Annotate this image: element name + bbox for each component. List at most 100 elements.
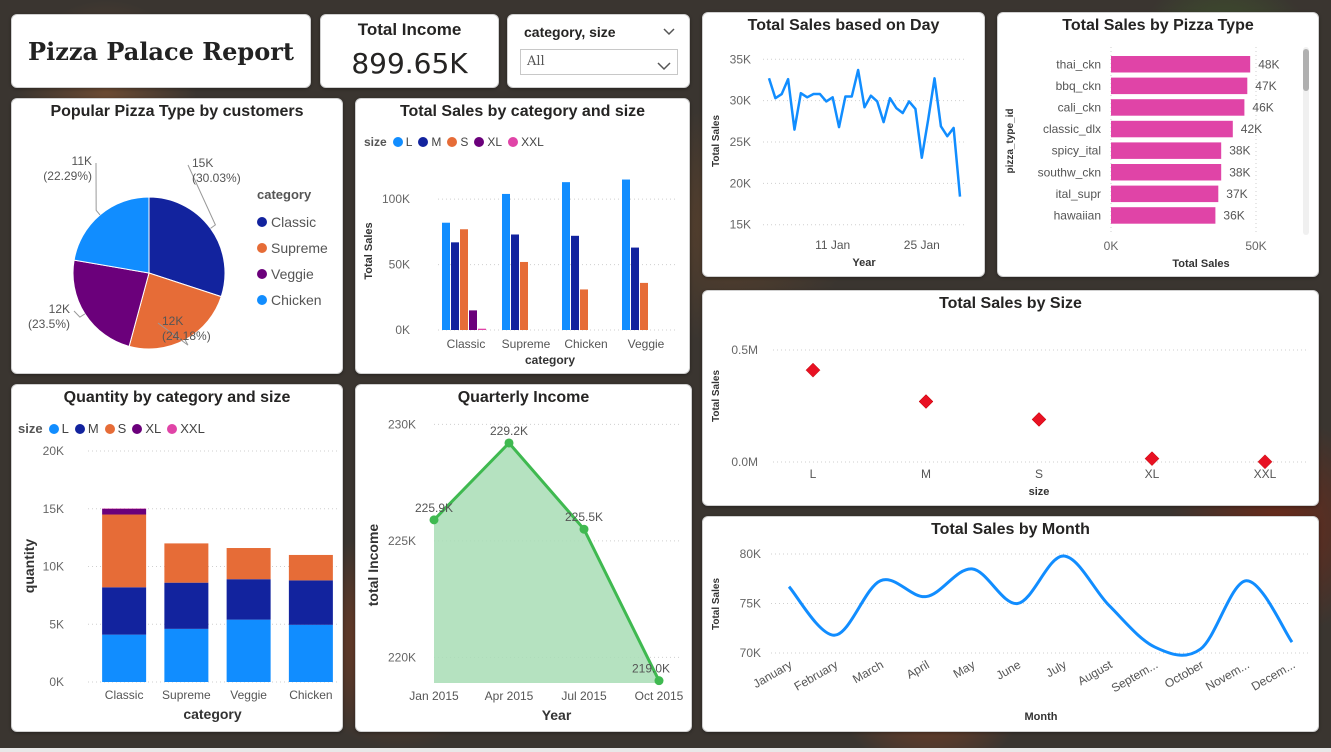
x-tick-label: Septem... <box>1109 657 1160 695</box>
slicer-dropdown[interactable]: All <box>520 49 678 75</box>
stack-seg-l-classic <box>102 634 147 682</box>
bar-m-supreme <box>511 234 519 330</box>
bar-spicy_ital <box>1111 142 1222 159</box>
legend-label: Classic <box>271 214 317 230</box>
pie-data-pct: (30.03%) <box>192 171 241 185</box>
data-point <box>654 676 664 686</box>
bar-classic_dlx <box>1111 120 1233 138</box>
y-axis-title: total Income <box>365 524 381 607</box>
y-tick-label: 0K <box>49 675 64 689</box>
stack-seg-m-classic <box>102 587 147 635</box>
clustered-bar-chart: 0K 50K 100K Total Sales Classic Supreme Chicke… <box>363 179 678 367</box>
legend-item-chicken[interactable]: Chicken <box>257 287 328 313</box>
pie-legend: Classic Supreme Veggie Chicken <box>257 209 328 313</box>
x-tick-label: May <box>951 657 978 680</box>
report-title: Pizza Palace Report <box>28 37 294 66</box>
stacked-bar-chart: 0K 5K 10K 15K 20K quantity Classic Supreme Veggi… <box>21 444 337 722</box>
legend-label: Chicken <box>271 292 322 308</box>
pizza-type-bar-chart: 0K 50K thai_ckn 48K bbq_ckn 47K cali_ckn 46K cla… <box>1005 47 1280 270</box>
x-tick-label: Apr 2015 <box>485 689 534 703</box>
legend-dot <box>257 269 267 279</box>
legend-item-classic[interactable]: Classic <box>257 209 328 235</box>
x-tick-label: S <box>1035 467 1043 481</box>
y-tick-label: 20K <box>43 444 64 458</box>
x-tick-label: Classic <box>447 337 486 351</box>
bar-thai_ckn <box>1111 56 1251 73</box>
y-tick-label: ital_supr <box>1056 187 1101 201</box>
stack-seg-s-veggie <box>226 548 271 580</box>
legend-dot <box>257 243 267 253</box>
x-tick-label: Jul 2015 <box>561 689 607 703</box>
y-tick-label: 230K <box>388 417 416 431</box>
daily-line-card: Total Sales based on Day 15K 20K 25K 30K 35K… <box>702 12 985 277</box>
pie-chart-card: Popular Pizza Type by customers 15K (30.0… <box>11 98 343 374</box>
marker-xl <box>1144 451 1160 466</box>
pie-data-pct: (24.18%) <box>162 329 211 343</box>
y-axis-title: pizza_type_id <box>1005 108 1016 173</box>
y-tick-label: 5K <box>49 617 64 631</box>
y-tick-label: 10K <box>43 560 64 574</box>
data-point <box>429 515 439 525</box>
data-label: 219.0K <box>632 662 670 676</box>
pie-data-label: 11K <box>72 154 92 168</box>
bar-l-veggie <box>622 179 630 330</box>
bar-m-classic <box>451 242 459 330</box>
slicer-collapse-chevron-icon[interactable] <box>663 23 675 36</box>
bar-l-classic <box>442 222 450 330</box>
y-tick-label: 15K <box>43 502 64 516</box>
series-line <box>787 554 1294 657</box>
bar-m-chicken <box>571 235 579 330</box>
pie-data-pct: (22.29%) <box>43 169 92 183</box>
x-tick-label: M <box>921 467 931 481</box>
y-tick-label: classic_dlx <box>1043 122 1101 136</box>
x-tick-label: L <box>810 467 817 481</box>
series-line <box>767 68 962 197</box>
data-label: 225.5K <box>565 510 603 524</box>
y-tick-label: 220K <box>388 650 416 664</box>
scrollbar-thumb[interactable] <box>1303 49 1309 91</box>
slicer-label: category, size <box>524 24 616 40</box>
clustered-bar-card: Total Sales by category and size size L M S… <box>355 98 690 374</box>
y-tick-label: 70K <box>740 646 761 660</box>
x-axis-title: Year <box>852 257 876 269</box>
bar-l-chicken <box>562 182 570 330</box>
size-scatter-chart: 0.0M 0.5M Total Sales L M S XL XXL size <box>711 343 1308 498</box>
pizza-type-scrollbar[interactable] <box>1303 47 1309 235</box>
legend-dot <box>257 217 267 227</box>
x-axis-title: category <box>525 353 575 367</box>
quarterly-area-card: Quarterly Income 220K 225K 230K total Incom… <box>355 384 692 732</box>
y-tick-label: 25K <box>730 135 751 149</box>
pie-data-label: 12K <box>162 314 183 328</box>
y-tick-label: 100K <box>382 192 410 206</box>
pie-data-pct: (23.5%) <box>28 317 70 331</box>
report-title-card: Pizza Palace Report <box>11 14 311 88</box>
legend-item-veggie[interactable]: Veggie <box>257 261 328 287</box>
x-tick-label: XL <box>1145 467 1160 481</box>
pie-data-label: 15K <box>192 156 213 170</box>
legend-label: Veggie <box>271 266 314 282</box>
bar-ital_supr <box>1111 185 1219 203</box>
size-scatter-card: Total Sales by Size 0.0M 0.5M Total Sales L… <box>702 290 1319 506</box>
y-tick-label: 35K <box>730 52 751 66</box>
x-tick-label: Veggie <box>230 688 267 702</box>
y-tick-label: 80K <box>740 547 761 561</box>
data-label: 37K <box>1226 187 1247 201</box>
data-label: 47K <box>1255 79 1276 93</box>
bar-s-supreme <box>520 261 528 330</box>
data-label: 46K <box>1252 100 1273 114</box>
stack-seg-s-chicken <box>288 554 333 581</box>
pie-data-label: 12K <box>49 302 70 316</box>
x-tick-label: January <box>751 657 795 690</box>
stack-seg-m-chicken <box>288 580 333 625</box>
kpi-card-total-income: Total Income 899.65K <box>320 14 499 88</box>
legend-item-supreme[interactable]: Supreme <box>257 235 328 261</box>
x-axis-title: Year <box>542 707 572 723</box>
marker-l <box>805 362 821 378</box>
data-label: 48K <box>1258 57 1279 71</box>
y-tick-label: 225K <box>388 534 416 548</box>
data-label: 225.9K <box>415 501 453 515</box>
slicer-selected-value: All <box>527 54 545 69</box>
data-point <box>579 524 589 534</box>
x-tick-label: Oct 2015 <box>635 689 684 703</box>
stack-seg-m-supreme <box>164 582 209 629</box>
